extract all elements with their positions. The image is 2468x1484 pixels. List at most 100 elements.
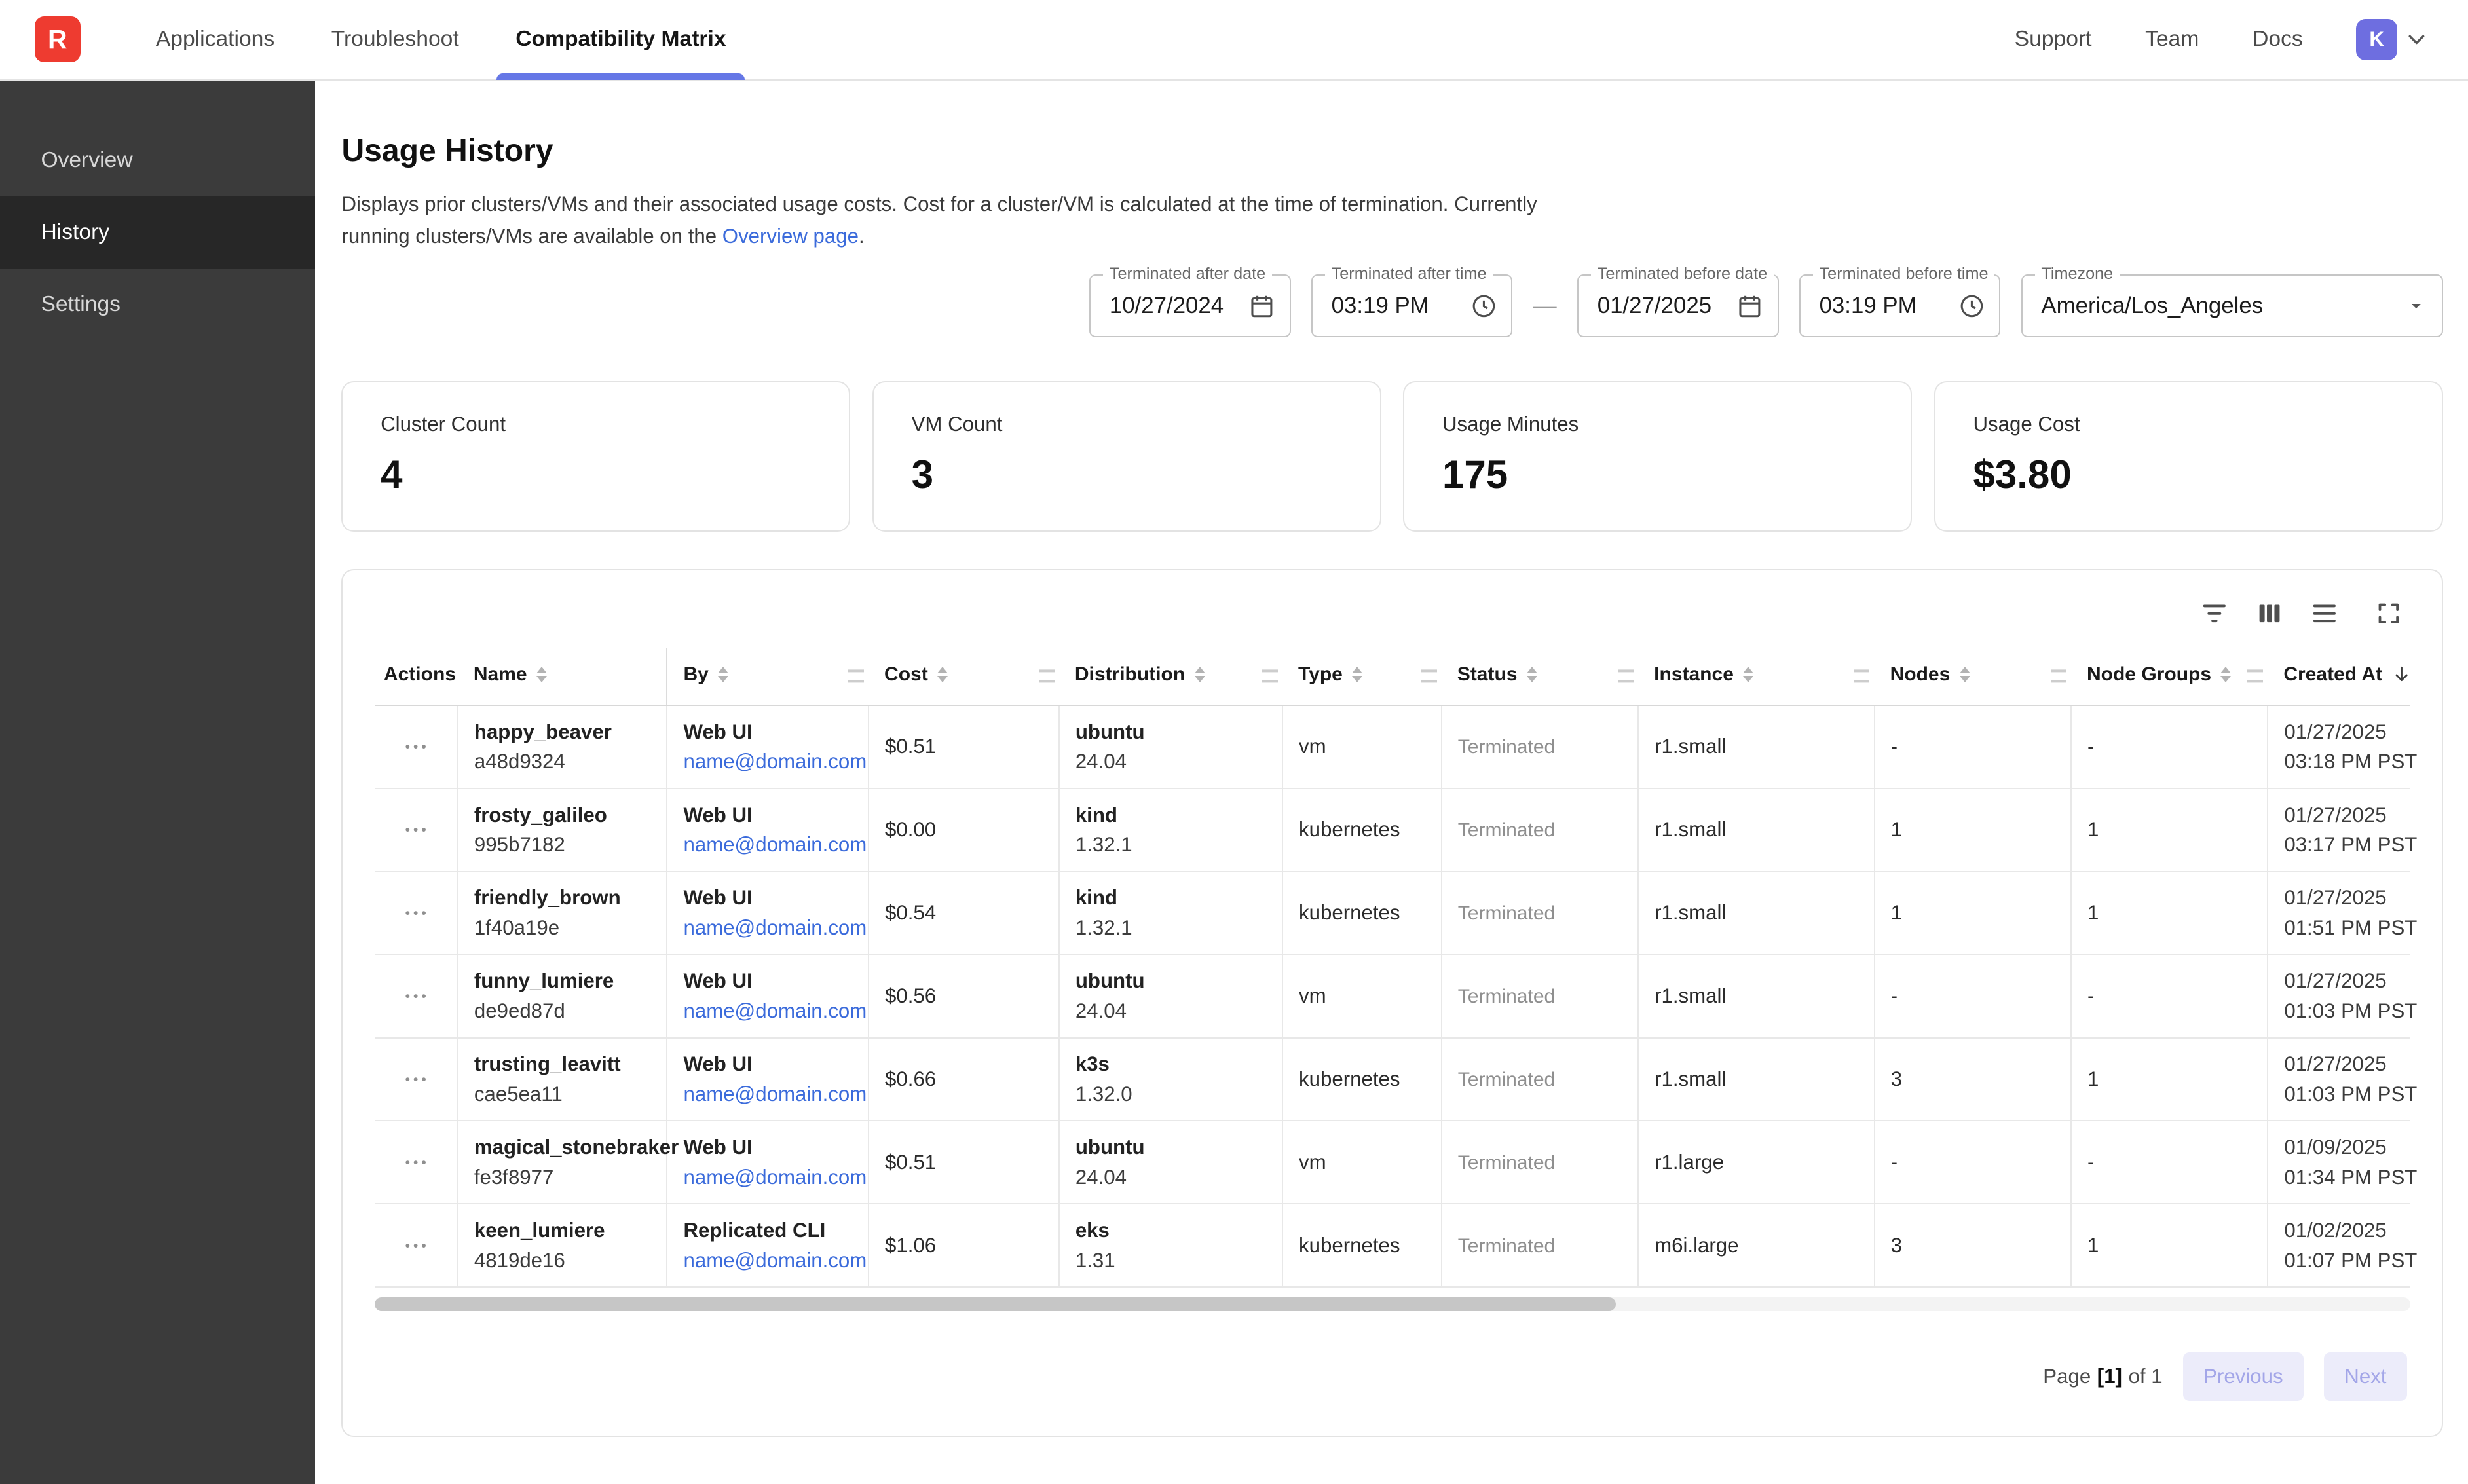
terminated-before-time-field[interactable]: Terminated before time 03:19 PM [1799,274,2001,337]
created-by-email-link[interactable]: name@domain.com [683,1079,867,1109]
sidebar-nav: OverviewHistorySettings [0,81,315,1484]
column-resize-handle[interactable] [848,670,864,682]
cell-node-groups: 1 [2071,1204,2268,1287]
density-icon[interactable] [2309,599,2340,629]
terminated-after-date-field[interactable]: Terminated after date 10/27/2024 [1089,274,1291,337]
columns-icon[interactable] [2254,599,2285,629]
sidebar-item-overview[interactable]: Overview [0,124,315,196]
topnav-right-items: Support Team Docs [2015,27,2303,52]
row-actions-button[interactable]: ••• [402,815,433,845]
cell-distribution: kind1.32.1 [1059,872,1282,955]
clock-icon[interactable] [1946,293,1985,320]
created-by-email-link[interactable]: name@domain.com [683,747,867,777]
timezone-select[interactable]: Timezone America/Los_Angeles [2021,274,2443,337]
row-actions-button[interactable]: ••• [402,732,433,762]
created-by-email-link[interactable]: name@domain.com [683,996,867,1026]
column-header-status[interactable]: Status [1442,648,1638,705]
column-header-nodes[interactable]: Nodes [1875,648,2071,705]
stats-row: Cluster Count4VM Count3Usage Minutes175U… [341,381,2442,531]
topnav-item-applications[interactable]: Applications [128,0,303,80]
next-page-button[interactable]: Next [2324,1352,2407,1401]
cell-type: kubernetes [1282,1038,1442,1121]
sort-down-arrow [536,676,547,682]
calendar-icon[interactable] [1724,293,1763,320]
distribution-version: 24.04 [1075,1162,1269,1193]
created-by-email-link[interactable]: name@domain.com [683,830,867,860]
column-header-by[interactable]: By [667,648,869,705]
cell-by: Web UIname@domain.com [667,1038,869,1121]
created-by: Replicated CLI [683,1215,855,1246]
user-menu[interactable]: K [2356,19,2430,60]
cell-status: Terminated [1442,955,1638,1038]
horizontal-scrollbar-thumb[interactable] [375,1297,1617,1312]
cell-cost: $0.51 [869,1121,1059,1204]
avatar[interactable]: K [2356,19,2397,60]
cell-distribution: ubuntu24.04 [1059,1121,1282,1204]
cluster-name: funny_lumiere [474,966,654,996]
sort-icon [2220,667,2231,683]
cell-node-groups: - [2071,955,2268,1038]
sidebar-item-settings[interactable]: Settings [0,269,315,341]
column-header-type[interactable]: Type [1282,648,1442,705]
row-actions-button[interactable]: ••• [402,1064,433,1094]
created-by-email-link[interactable]: name@domain.com [683,1246,867,1276]
column-header-created-at[interactable]: Created At [2268,648,2410,705]
created-date: 01/09/2025 [2284,1132,2397,1162]
terminated-after-time-value: 03:19 PM [1332,293,1429,319]
column-resize-handle[interactable] [1618,670,1634,682]
topnav-item-troubleshoot[interactable]: Troubleshoot [303,0,487,80]
topnav-link-docs[interactable]: Docs [2253,27,2303,52]
column-header-distribution[interactable]: Distribution [1059,648,1282,705]
column-header-cost[interactable]: Cost [869,648,1059,705]
column-resize-handle[interactable] [1421,670,1437,682]
calendar-icon[interactable] [1236,293,1275,320]
replicated-logo[interactable]: R [35,16,81,62]
column-header-instance[interactable]: Instance [1638,648,1874,705]
column-resize-handle[interactable] [2247,670,2263,682]
column-label: Nodes [1890,663,1951,686]
cell-nodes: 3 [1875,1038,2071,1121]
topnav-item-compatibility-matrix[interactable]: Compatibility Matrix [487,0,755,80]
sort-icon [1743,667,1753,683]
cell-actions: ••• [375,955,458,1038]
previous-page-button[interactable]: Previous [2183,1352,2304,1401]
row-actions-button[interactable]: ••• [402,1147,433,1177]
created-time: 01:03 PM PST [2284,1079,2397,1109]
table-row: •••keen_lumiere4819de16Replicated CLInam… [375,1204,2410,1287]
cell-created-at: 01/09/202501:34 PM PST [2268,1121,2410,1204]
page-info-current: [1] [2097,1365,2122,1388]
column-resize-handle[interactable] [2051,670,2066,682]
cell-cost: $1.06 [869,1204,1059,1287]
usage-table-card: ActionsNameByCostDistributionTypeStatusI… [341,569,2442,1437]
topnav-link-support[interactable]: Support [2015,27,2092,52]
column-header-content: Instance [1654,663,1861,686]
clock-icon[interactable] [1458,293,1497,320]
row-actions-button[interactable]: ••• [402,981,433,1011]
column-resize-handle[interactable] [1262,670,1278,682]
cell-distribution: ubuntu24.04 [1059,705,1282,788]
sort-up-arrow [718,667,728,673]
sidebar-item-history[interactable]: History [0,196,315,269]
cell-created-at: 01/27/202503:17 PM PST [2268,788,2410,872]
sort-up-arrow [536,667,547,673]
column-header-node-groups[interactable]: Node Groups [2071,648,2268,705]
column-label: Name [474,663,527,686]
cell-name: happy_beavera48d9324 [458,705,667,788]
created-by-email-link[interactable]: name@domain.com [683,1162,867,1193]
filter-icon[interactable] [2199,599,2230,629]
row-actions-button[interactable]: ••• [402,1231,433,1260]
column-resize-handle[interactable] [1854,670,1869,682]
cell-instance: r1.large [1638,1121,1874,1204]
topnav-link-team[interactable]: Team [2145,27,2199,52]
terminated-after-time-field[interactable]: Terminated after time 03:19 PM [1311,274,1513,337]
page-info-prefix: Page [2043,1365,2091,1388]
column-header-name[interactable]: Name [458,648,667,705]
row-actions-button[interactable]: ••• [402,899,433,928]
created-by-email-link[interactable]: name@domain.com [683,913,867,943]
terminated-before-date-field[interactable]: Terminated before date 01/27/2025 [1577,274,1779,337]
distribution-name: kind [1075,883,1269,913]
fullscreen-icon[interactable] [2374,599,2404,629]
cluster-id: a48d9324 [474,747,654,777]
overview-page-link[interactable]: Overview page [722,225,859,248]
column-resize-handle[interactable] [1039,670,1055,682]
